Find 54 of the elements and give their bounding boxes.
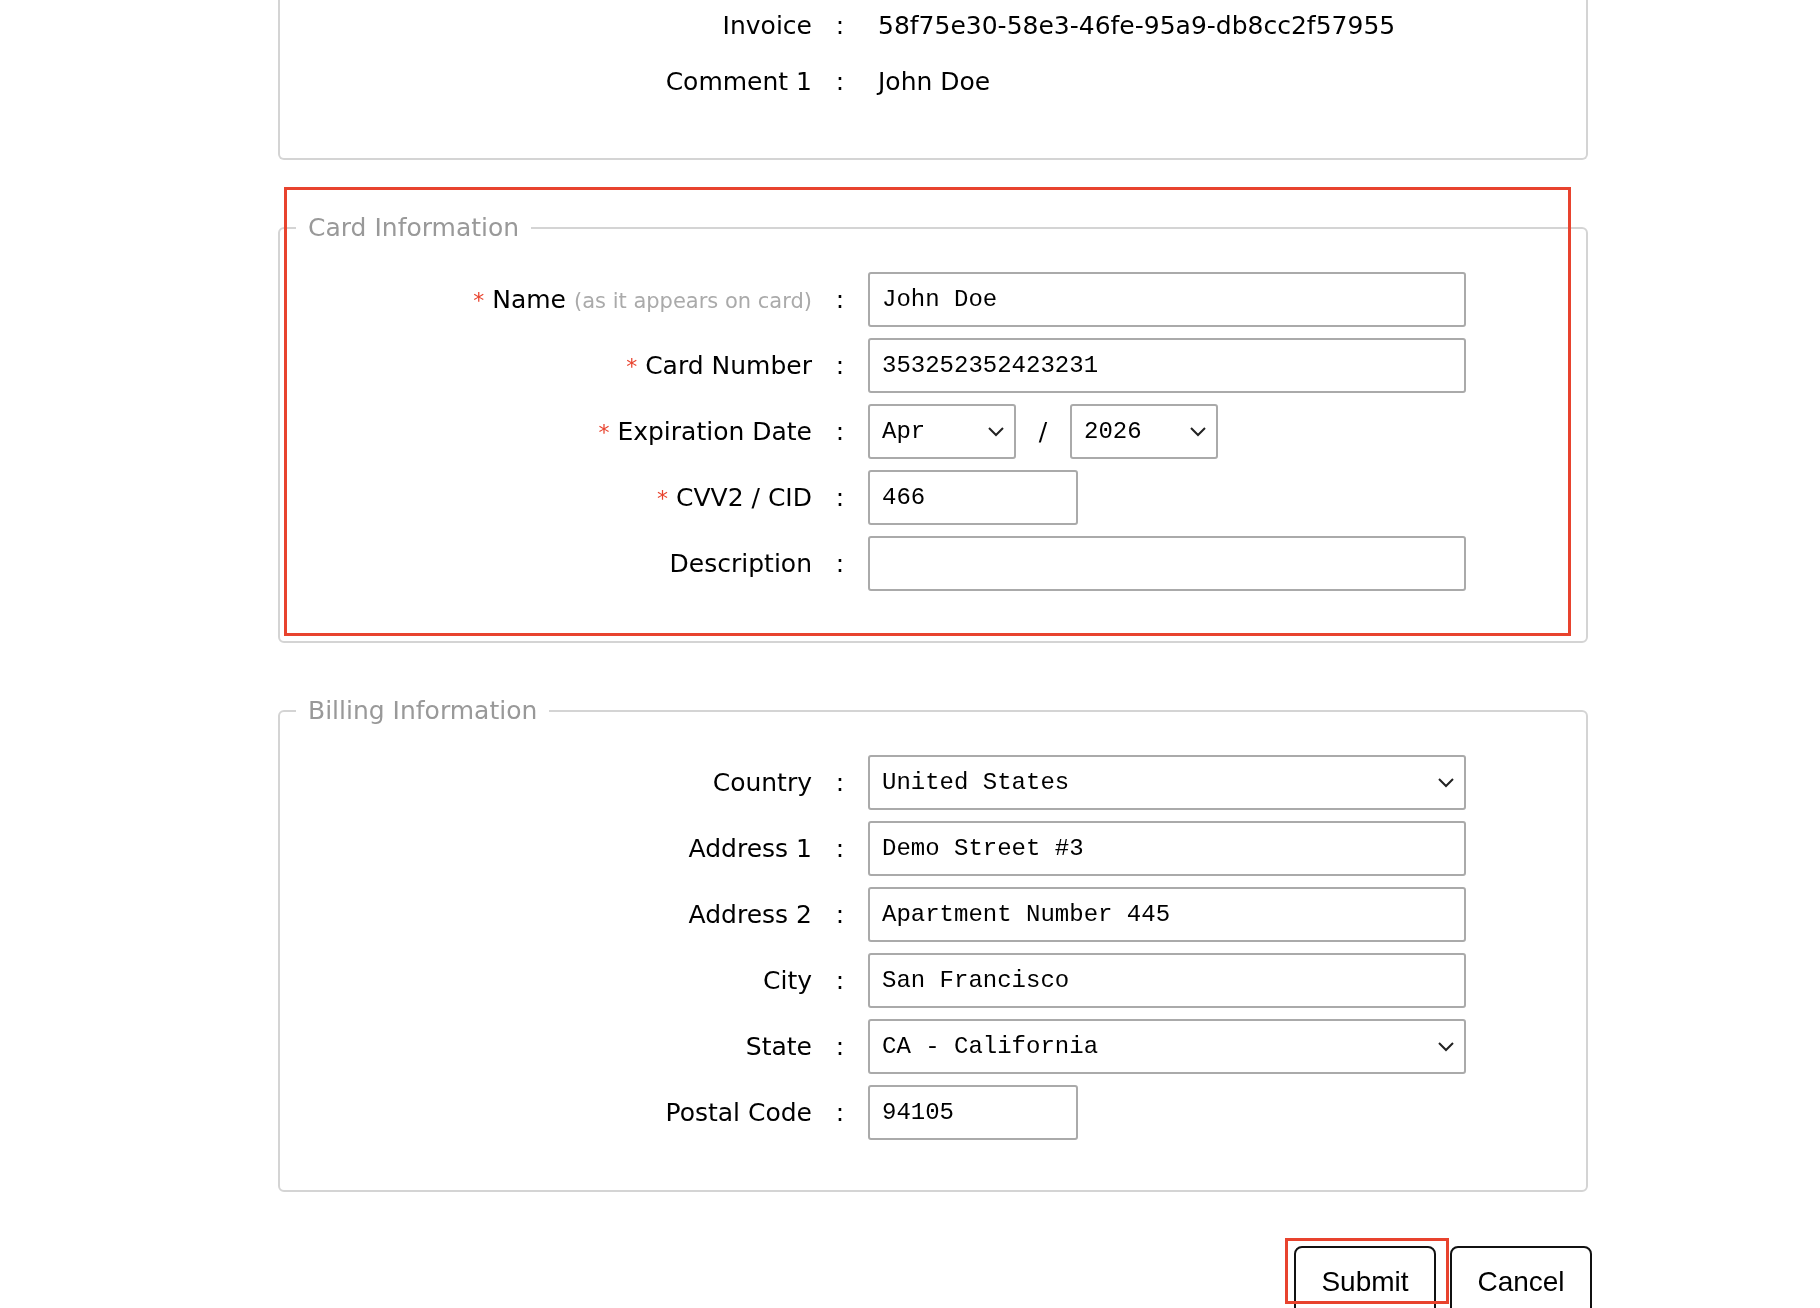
text-input[interactable]: 94105	[868, 1085, 1078, 1140]
field-label: Description	[669, 549, 812, 578]
field-label: Card Number	[645, 351, 812, 380]
label-colon: :	[834, 66, 846, 96]
year-select[interactable]: 2026	[1070, 404, 1218, 459]
label-colon: :	[834, 1098, 846, 1127]
field-label: Address 1	[688, 834, 812, 863]
dropdown-select[interactable]: United States	[868, 755, 1466, 810]
field-value: John Doe	[875, 66, 992, 96]
label-colon: :	[834, 1032, 846, 1061]
field-label: Address 2	[688, 900, 812, 929]
text-input[interactable]: John Doe	[868, 272, 1466, 327]
action-button[interactable]: Submit	[1294, 1246, 1436, 1308]
field-label: Country	[712, 768, 812, 797]
chevron-down-icon	[988, 426, 1004, 437]
text-input[interactable]: Demo Street #3	[868, 821, 1466, 876]
field-label: Comment 1	[664, 66, 812, 96]
text-input[interactable]: San Francisco	[868, 953, 1466, 1008]
section-legend: Card Information	[296, 213, 532, 242]
field-label: State	[745, 1032, 812, 1061]
label-colon: :	[834, 417, 846, 446]
field-value: 58f75e30-58e3-46fe-95a9-db8cc2f57955	[877, 10, 1397, 40]
label-colon: :	[834, 285, 846, 314]
required-asterisk: *	[626, 354, 638, 379]
field-label: Expiration Date	[617, 417, 812, 446]
dropdown-select[interactable]: CA - California	[868, 1019, 1466, 1074]
label-colon: :	[834, 351, 846, 380]
label-colon: :	[834, 768, 846, 797]
label-colon: :	[834, 483, 846, 512]
label-colon: :	[834, 966, 846, 995]
label-colon: :	[834, 10, 846, 40]
section-legend: Billing Information	[296, 696, 550, 725]
month-select[interactable]: Apr	[868, 404, 1016, 459]
chevron-down-icon	[1438, 777, 1454, 788]
text-input[interactable]	[868, 536, 1466, 591]
field-label: City	[763, 966, 812, 995]
text-input[interactable]: 353252352423231	[868, 338, 1466, 393]
label-colon: :	[834, 834, 846, 863]
field-label: Postal Code	[665, 1098, 812, 1127]
field-label: CVV2 / CID	[676, 483, 812, 512]
chevron-down-icon	[1438, 1041, 1454, 1052]
field-label: Invoice	[721, 10, 812, 40]
label-colon: :	[834, 900, 846, 929]
field-label: Name	[492, 285, 566, 314]
required-asterisk: *	[598, 420, 610, 445]
field-hint: (as it appears on card)	[573, 289, 812, 313]
chevron-down-icon	[1190, 426, 1206, 437]
label-colon: :	[834, 549, 846, 578]
text-input[interactable]: 466	[868, 470, 1078, 525]
date-separator: /	[1037, 417, 1049, 446]
text-input[interactable]: Apartment Number 445	[868, 887, 1466, 942]
action-button[interactable]: Cancel	[1450, 1246, 1592, 1308]
required-asterisk: *	[657, 486, 669, 511]
required-asterisk: *	[473, 288, 485, 313]
